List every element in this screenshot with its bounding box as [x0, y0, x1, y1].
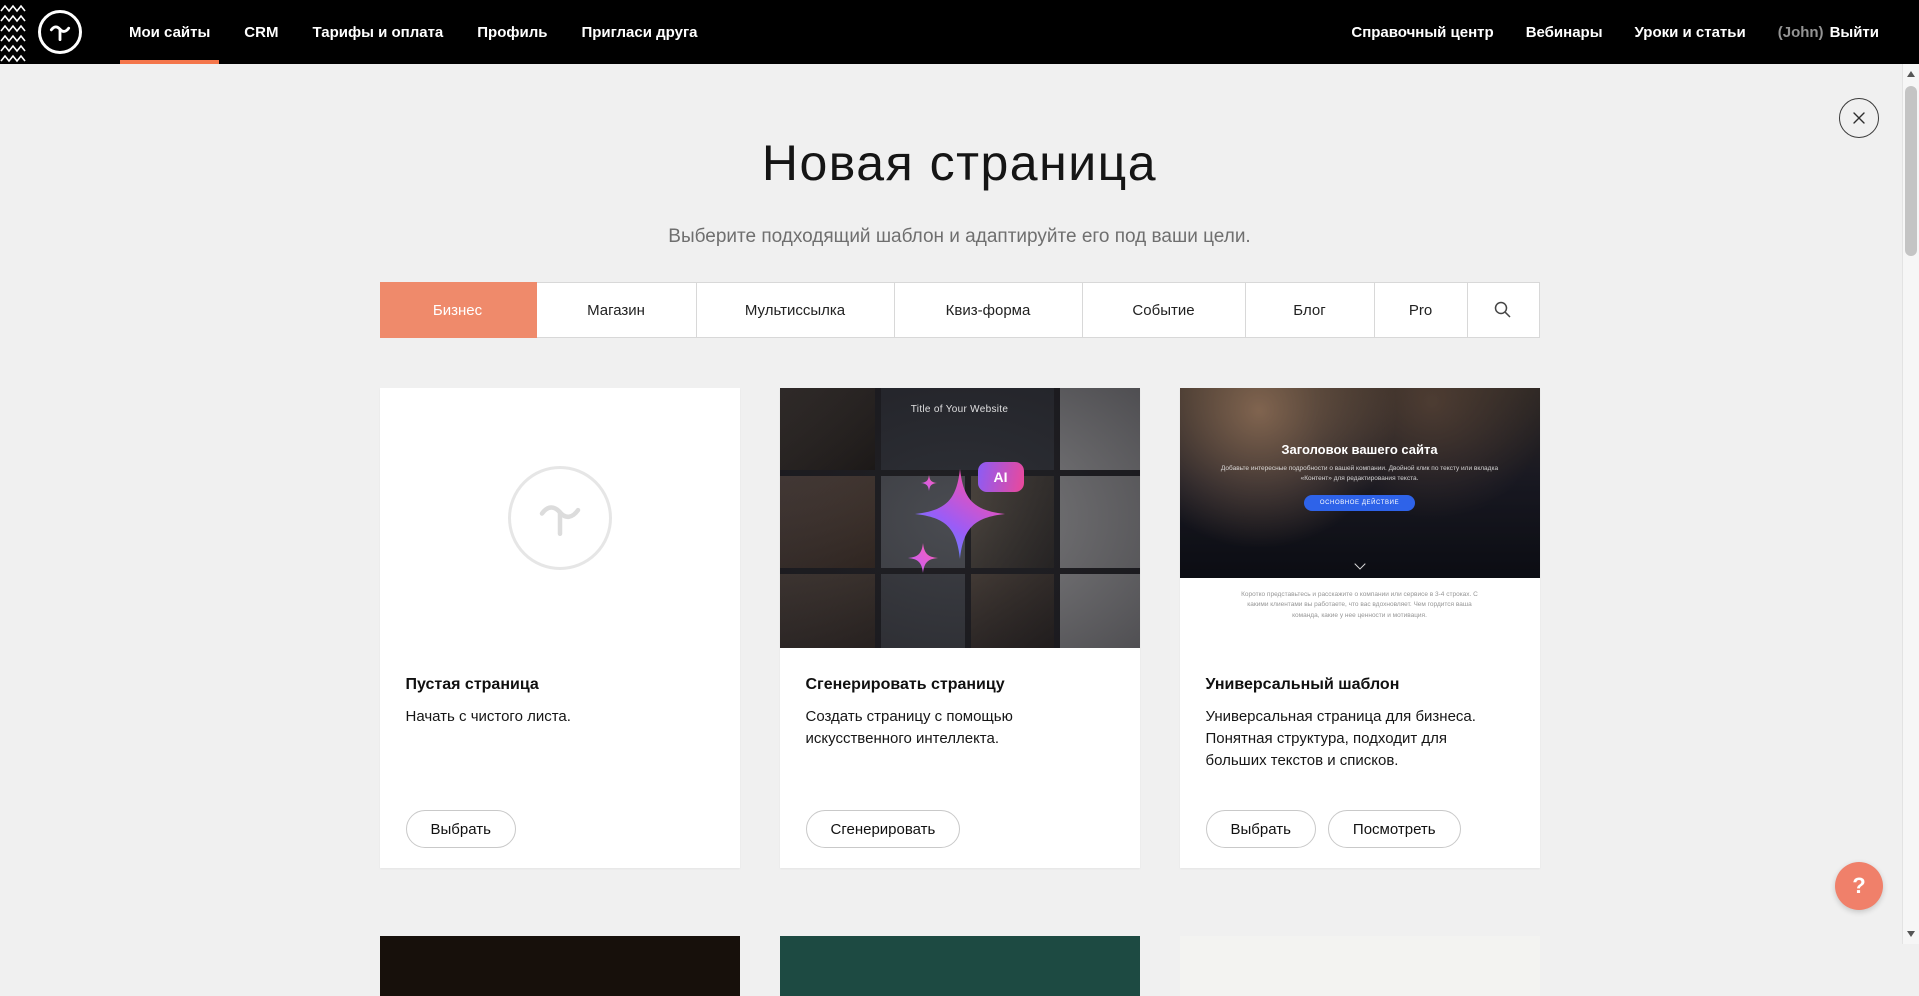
next-template-preview [780, 936, 1140, 996]
tab-business[interactable]: Бизнес [380, 282, 537, 338]
tilda-watermark-icon [508, 466, 612, 570]
card-title: Пустая страница [406, 676, 714, 694]
category-tabs: Бизнес Магазин Мультиссылка Квиз-форма С… [380, 282, 1540, 338]
nav-profile[interactable]: Профиль [460, 0, 564, 64]
user-name: (John) [1778, 24, 1824, 41]
template-hero-button: Основное действие [1304, 495, 1415, 511]
ai-badge: AI [978, 462, 1024, 492]
tab-blog[interactable]: Блог [1246, 283, 1375, 337]
template-hero-subtitle: Добавьте интересные подробности о вашей … [1210, 464, 1510, 484]
card-description: Создать страницу с помощью искусственног… [806, 706, 1111, 750]
user-menu: (John) Выйти [1778, 24, 1879, 41]
next-template-preview [380, 936, 740, 996]
top-header: Мои сайты CRM Тарифы и оплата Профиль Пр… [0, 0, 1919, 64]
new-page-dialog: Новая страница Выберите подходящий шабло… [0, 0, 1919, 996]
template-body-section: Коротко представьтесь и расскажите о ком… [1180, 578, 1540, 648]
next-template-preview [1180, 936, 1540, 996]
choose-blank-button[interactable]: Выбрать [406, 810, 516, 848]
tab-multilink[interactable]: Мультиссылка [697, 283, 895, 337]
tab-quiz-form[interactable]: Квиз-форма [895, 283, 1083, 337]
card-description: Начать с чистого листа. [406, 706, 711, 728]
page-subtitle: Выберите подходящий шаблон и адаптируйте… [0, 226, 1919, 248]
ai-card-preview: Title of Your Website [780, 388, 1140, 648]
card-title: Сгенерировать страницу [806, 676, 1114, 694]
logout-link[interactable]: Выйти [1830, 24, 1879, 41]
close-icon [1851, 110, 1867, 126]
nav-invite-friend[interactable]: Пригласи друга [564, 0, 714, 64]
generate-button[interactable]: Сгенерировать [806, 810, 961, 848]
next-template-row [380, 936, 1540, 996]
template-card-ai: Title of Your Website [780, 388, 1140, 868]
page-title: Новая страница [0, 134, 1919, 192]
scrollbar-up-arrow[interactable] [1903, 66, 1919, 82]
nav-lessons[interactable]: Уроки и статьи [1635, 24, 1746, 41]
chevron-down-icon [1354, 558, 1365, 569]
template-body-text: Коротко представьтесь и расскажите о ком… [1234, 578, 1486, 621]
template-card-blank: Пустая страница Начать с чистого листа. … [380, 388, 740, 868]
tab-event[interactable]: Событие [1083, 283, 1246, 337]
nav-webinars[interactable]: Вебинары [1526, 24, 1603, 41]
template-hero: Заголовок вашего сайта Добавьте интересн… [1180, 388, 1540, 578]
blank-card-preview [380, 388, 740, 648]
nav-crm[interactable]: CRM [227, 0, 295, 64]
tab-search[interactable] [1468, 283, 1539, 337]
search-icon [1493, 300, 1513, 320]
template-hero-title: Заголовок вашего сайта [1180, 442, 1540, 457]
zigzag-pattern-icon [0, 0, 26, 64]
secondary-nav: Справочный центр Вебинары Уроки и статьи… [1351, 24, 1879, 41]
nav-tariffs[interactable]: Тарифы и оплата [295, 0, 460, 64]
ai-sparkle-icon [780, 388, 1140, 648]
choose-universal-button[interactable]: Выбрать [1206, 810, 1316, 848]
help-button[interactable]: ? [1835, 862, 1883, 910]
universal-card-preview: Заголовок вашего сайта Добавьте интересн… [1180, 388, 1540, 648]
nav-my-sites[interactable]: Мои сайты [112, 0, 227, 64]
main-nav: Мои сайты CRM Тарифы и оплата Профиль Пр… [112, 0, 715, 64]
tab-pro[interactable]: Pro [1375, 283, 1468, 337]
card-description: Универсальная страница для бизнеса. Поня… [1206, 706, 1511, 771]
scrollbar-thumb[interactable] [1905, 86, 1917, 256]
scrollbar[interactable] [1902, 64, 1919, 944]
preview-universal-button[interactable]: Посмотреть [1328, 810, 1461, 848]
close-button[interactable] [1839, 98, 1879, 138]
tilda-logo[interactable] [38, 10, 82, 54]
tab-shop[interactable]: Магазин [537, 283, 697, 337]
card-title: Универсальный шаблон [1206, 676, 1514, 694]
nav-help-center[interactable]: Справочный центр [1351, 24, 1493, 41]
scrollbar-down-arrow[interactable] [1903, 926, 1919, 942]
template-grid: Пустая страница Начать с чистого листа. … [380, 388, 1540, 868]
template-card-universal: Заголовок вашего сайта Добавьте интересн… [1180, 388, 1540, 868]
